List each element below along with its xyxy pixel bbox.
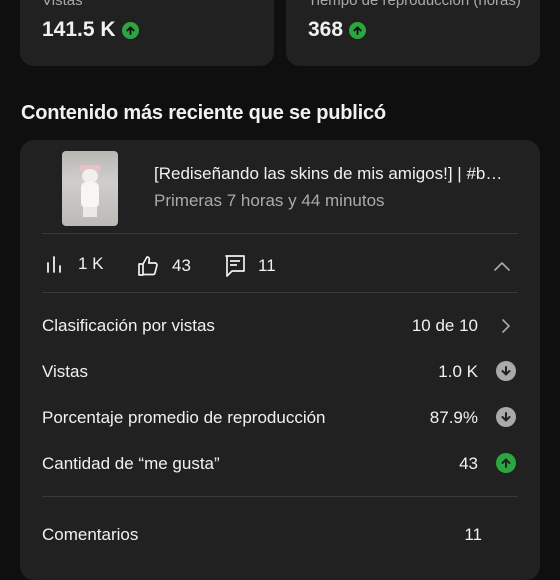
video-quick-stats: 1 K 43 11 bbox=[20, 244, 540, 288]
metric-label: Clasificación por vistas bbox=[42, 316, 215, 335]
comments-stat: 11 bbox=[224, 254, 276, 278]
views-stat: 1 K bbox=[46, 254, 104, 274]
metric-label: Porcentaje promedio de reproducción bbox=[42, 408, 326, 427]
views-summary-label: Vistas bbox=[42, 0, 83, 9]
comment-icon bbox=[224, 254, 246, 278]
thumbnail-figure-legs bbox=[83, 207, 97, 217]
views-summary-value: 141.5 K bbox=[42, 18, 116, 41]
watch-time-summary-value-row: 368 bbox=[308, 18, 367, 42]
metric-value: 87.9% bbox=[429, 408, 478, 427]
thumbnail-figure-body bbox=[81, 182, 99, 208]
trend-up-icon bbox=[349, 21, 367, 39]
section-title: Contenido más reciente que se publicó bbox=[21, 102, 386, 124]
comments-count: 11 bbox=[258, 256, 276, 275]
bar-chart-icon bbox=[46, 254, 66, 274]
views-summary-card[interactable]: Vistas 141.5 K bbox=[20, 0, 274, 66]
watch-time-summary-value: 368 bbox=[308, 18, 344, 41]
divider bbox=[42, 233, 518, 234]
metric-row-views: Vistas 1.0 K bbox=[42, 358, 518, 388]
metric-value: 1.0 K bbox=[438, 362, 478, 381]
metric-label: Vistas bbox=[42, 362, 88, 381]
latest-content-card: [Rediseñando las skins de mis amigos!] |… bbox=[20, 140, 540, 580]
chevron-up-icon[interactable] bbox=[493, 258, 511, 281]
divider bbox=[42, 496, 518, 497]
likes-count: 43 bbox=[172, 256, 191, 275]
divider bbox=[42, 292, 518, 293]
chevron-right-icon[interactable] bbox=[500, 318, 512, 339]
watch-time-summary-label: Tiempo de reproducción (horas) bbox=[308, 0, 520, 9]
video-title[interactable]: [Rediseñando las skins de mis amigos!] |… bbox=[154, 164, 524, 184]
trend-up-icon bbox=[496, 453, 516, 473]
thumbnail-figure-head bbox=[82, 169, 98, 183]
thumbs-up-icon bbox=[136, 254, 160, 278]
trend-down-icon bbox=[496, 407, 516, 427]
metric-row-ranking[interactable]: Clasificación por vistas 10 de 10 bbox=[42, 312, 518, 342]
views-count: 1 K bbox=[78, 254, 104, 273]
metric-row-likes: Cantidad de “me gusta” 43 bbox=[42, 450, 518, 480]
trend-down-icon bbox=[496, 361, 516, 381]
video-subtitle: Primeras 7 horas y 44 minutos bbox=[154, 191, 385, 210]
metric-row-comments: Comentarios 11 bbox=[42, 521, 518, 551]
metric-value: 11 bbox=[464, 525, 482, 544]
metric-value: 43 bbox=[459, 454, 478, 473]
metric-label: Comentarios bbox=[42, 525, 139, 544]
likes-stat: 43 bbox=[136, 254, 191, 278]
metric-row-avg-percentage: Porcentaje promedio de reproducción 87.9… bbox=[42, 404, 518, 434]
video-thumbnail[interactable] bbox=[62, 151, 118, 226]
metric-label: Cantidad de “me gusta” bbox=[42, 454, 220, 473]
metric-value: 10 de 10 bbox=[411, 316, 478, 335]
watch-time-summary-card[interactable]: Tiempo de reproducción (horas) 368 bbox=[286, 0, 540, 66]
views-summary-value-row: 141.5 K bbox=[42, 18, 139, 42]
trend-up-icon bbox=[121, 21, 139, 39]
